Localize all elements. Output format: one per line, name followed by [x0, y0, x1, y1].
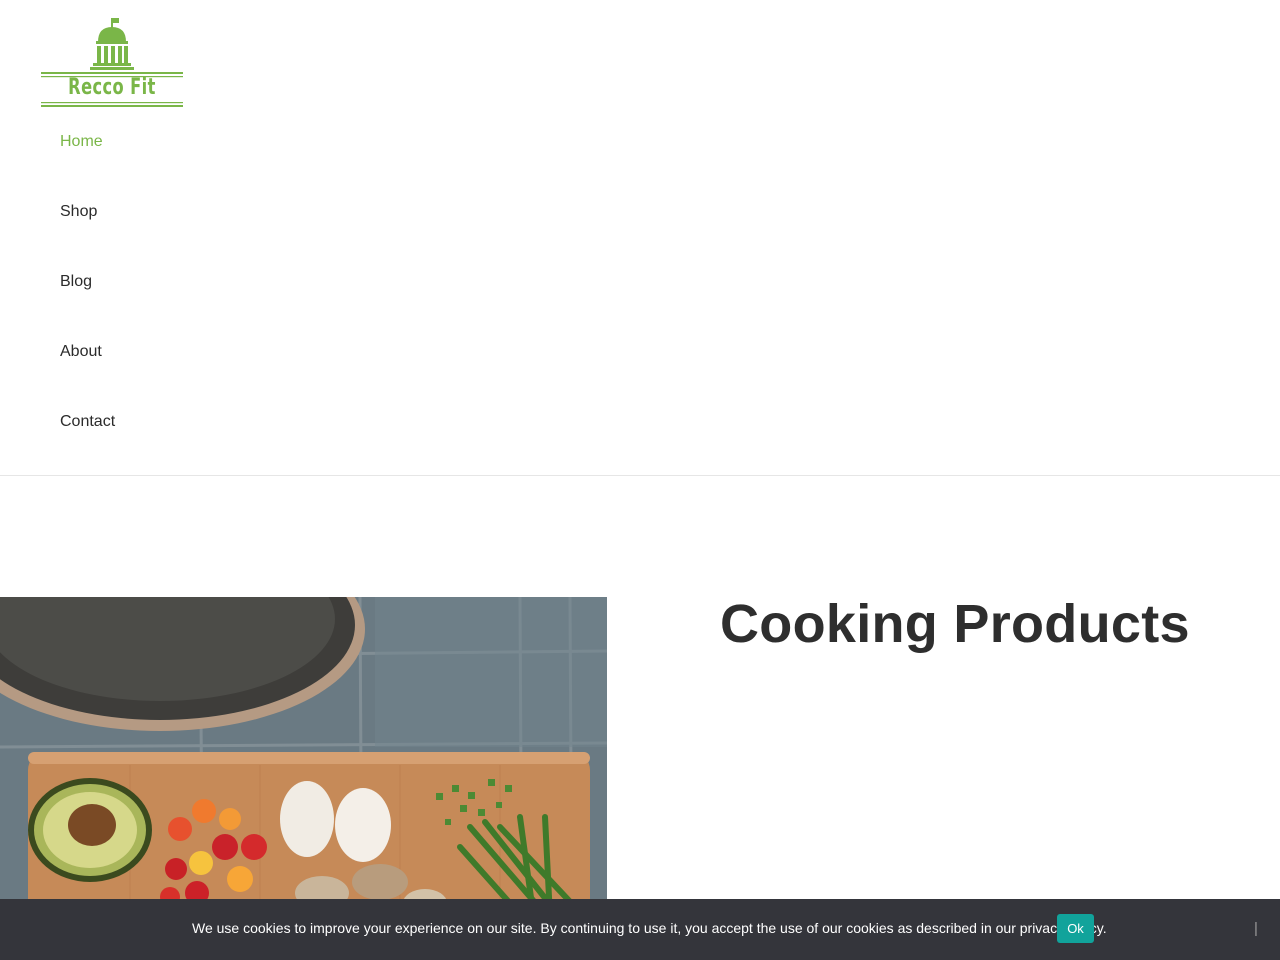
nav-item-shop: Shop [60, 198, 115, 268]
nav-link-contact[interactable]: Contact [60, 408, 115, 436]
site-header: Recco Fit Home Shop Blog About Contact [0, 0, 1280, 476]
nav-link-blog[interactable]: Blog [60, 268, 92, 296]
nav-item-home: Home [60, 128, 115, 198]
page: Recco Fit Home Shop Blog About Contact C… [0, 0, 1280, 960]
nav-link-shop[interactable]: Shop [60, 198, 97, 226]
cookie-notice-bar: We use cookies to improve your experienc… [0, 899, 1280, 960]
nav-item-about: About [60, 338, 115, 408]
hero-title: Cooking Products [720, 594, 1190, 654]
main-nav: Home Shop Blog About Contact [60, 128, 115, 478]
nav-item-blog: Blog [60, 268, 115, 338]
site-logo[interactable]: Recco Fit [40, 16, 184, 110]
nav-item-contact: Contact [60, 408, 115, 478]
brand-name: Recco Fit [68, 75, 156, 100]
nav-link-home[interactable]: Home [60, 128, 103, 156]
cookie-accept-button[interactable]: Ok [1057, 914, 1094, 943]
cookie-message: We use cookies to improve your experienc… [192, 920, 1107, 936]
close-icon[interactable]: | [1252, 919, 1260, 939]
nav-link-about[interactable]: About [60, 338, 102, 366]
